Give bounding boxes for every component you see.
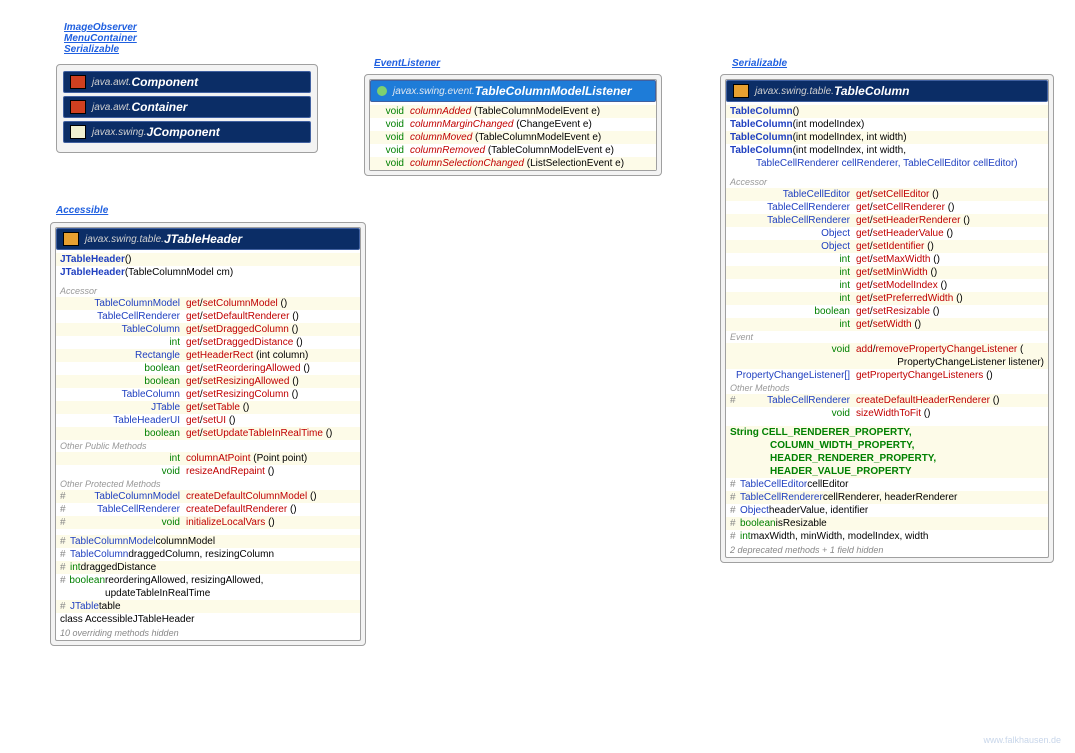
member-row: #TableCellRenderercreateDefaultHeaderRen…: [726, 394, 1048, 407]
member-row: Objectget/setIdentifier (): [726, 240, 1048, 253]
member-row: #TableColumn draggedColumn, resizingColu…: [56, 548, 360, 561]
interface-link[interactable]: MenuContainer: [64, 33, 137, 44]
member-row: voidcolumnAdded (TableColumnModelEvent e…: [370, 105, 656, 118]
member-row: RectanglegetHeaderRect (int column): [56, 349, 360, 362]
interfaces-top: ImageObserver MenuContainer Serializable: [64, 22, 137, 55]
member-row: String CELL_RENDERER_PROPERTY,: [726, 426, 1048, 439]
member-row: #TableColumnModel columnModel: [56, 535, 360, 548]
member-row: intget/setMinWidth (): [726, 266, 1048, 279]
interface-link[interactable]: ImageObserver: [64, 22, 137, 33]
member-row: TableColumn (): [726, 105, 1048, 118]
member-row: booleanget/setResizingAllowed (): [56, 375, 360, 388]
section-label: Other Protected Methods: [56, 478, 360, 490]
eventlistener-label: EventListener: [374, 58, 440, 69]
member-row: PropertyChangeListener[]getPropertyChang…: [726, 369, 1048, 382]
class-header: javax.swing.event.TableColumnModelListen…: [370, 80, 656, 102]
class-icon: [63, 232, 79, 246]
interface-link[interactable]: Serializable: [64, 44, 137, 55]
member-row: booleanget/setResizable (): [726, 305, 1048, 318]
accessible-label: Accessible: [56, 205, 108, 216]
section-label: Event: [726, 331, 1048, 343]
member-row: JTableHeader (TableColumnModel cm): [56, 266, 360, 279]
member-row: COLUMN_WIDTH_PROPERTY,: [726, 439, 1048, 452]
listener-container: javax.swing.event.TableColumnModelListen…: [364, 74, 662, 176]
section-label: Accessor: [56, 285, 360, 297]
member-row: JTableHeader (): [56, 253, 360, 266]
member-row: intget/setDraggedDistance (): [56, 336, 360, 349]
member-row: intcolumnAtPoint (Point point): [56, 452, 360, 465]
class-icon: [70, 75, 86, 89]
jtableheader-container: javax.swing.table.JTableHeader JTableHea…: [50, 222, 366, 646]
class-container[interactable]: java.awt.Container: [63, 96, 311, 118]
interface-link[interactable]: Serializable: [732, 58, 787, 69]
member-row: intget/setMaxWidth (): [726, 253, 1048, 266]
member-row: TableColumnget/setDraggedColumn (): [56, 323, 360, 336]
member-row: booleanget/setUpdateTableInRealTime (): [56, 427, 360, 440]
member-row: #int maxWidth, minWidth, modelIndex, wid…: [726, 530, 1048, 543]
member-row: TableCellRendererget/setDefaultRenderer …: [56, 310, 360, 323]
jtableheader-box: javax.swing.table.JTableHeader JTableHea…: [55, 227, 361, 641]
member-row: TableCellRendererget/setHeaderRenderer (…: [726, 214, 1048, 227]
member-row: TableCellRendererget/setCellRenderer (): [726, 201, 1048, 214]
member-row: booleanget/setReorderingAllowed (): [56, 362, 360, 375]
section-label: Accessor: [726, 176, 1048, 188]
member-row: HEADER_VALUE_PROPERTY: [726, 465, 1048, 478]
footer-note: 10 overriding methods hidden: [56, 626, 360, 640]
class-icon: [70, 125, 86, 139]
member-row: Objectget/setHeaderValue (): [726, 227, 1048, 240]
member-row: TableColumn (int modelIndex, int width,: [726, 144, 1048, 157]
hierarchy-container: java.awt.Component java.awt.Container ja…: [56, 64, 318, 153]
member-row: voidcolumnMarginChanged (ChangeEvent e): [370, 118, 656, 131]
tablecolumn-box: javax.swing.table.TableColumn TableColum…: [725, 79, 1049, 558]
inner-class: class AccessibleJTableHeader: [56, 613, 360, 626]
section-label: Other Public Methods: [56, 440, 360, 452]
footer-note: 2 deprecated methods + 1 field hidden: [726, 543, 1048, 557]
member-row: voidresizeAndRepaint (): [56, 465, 360, 478]
watermark: www.falkhausen.de: [983, 735, 1061, 745]
serializable-label: Serializable: [732, 58, 787, 69]
member-row: #int draggedDistance: [56, 561, 360, 574]
member-row: voidadd/removePropertyChangeListener (: [726, 343, 1048, 356]
member-row: TableColumn (int modelIndex): [726, 118, 1048, 131]
member-row: TableColumnModelget/setColumnModel (): [56, 297, 360, 310]
member-row: voidsizeWidthToFit (): [726, 407, 1048, 420]
member-row: TableHeaderUIget/setUI (): [56, 414, 360, 427]
member-row: #TableColumnModelcreateDefaultColumnMode…: [56, 490, 360, 503]
member-row: JTableget/setTable (): [56, 401, 360, 414]
member-row: #TableCellRenderercreateDefaultRenderer …: [56, 503, 360, 516]
class-icon: [733, 84, 749, 98]
member-row: #Object headerValue, identifier: [726, 504, 1048, 517]
member-row: #JTable table: [56, 600, 360, 613]
member-row: HEADER_RENDERER_PROPERTY,: [726, 452, 1048, 465]
tablecolumn-container: javax.swing.table.TableColumn TableColum…: [720, 74, 1054, 563]
member-row: #boolean reorderingAllowed, resizingAllo…: [56, 574, 360, 600]
interface-link[interactable]: EventListener: [374, 58, 440, 69]
member-row: voidcolumnRemoved (TableColumnModelEvent…: [370, 144, 656, 157]
class-jcomponent[interactable]: javax.swing.JComponent: [63, 121, 311, 143]
class-header: javax.swing.table.JTableHeader: [56, 228, 360, 250]
member-row: voidcolumnSelectionChanged (ListSelectio…: [370, 157, 656, 170]
section-label: Other Methods: [726, 382, 1048, 394]
class-icon: [70, 100, 86, 114]
member-row: PropertyChangeListener listener): [726, 356, 1048, 369]
member-row: TableColumn (int modelIndex, int width): [726, 131, 1048, 144]
member-row: TableColumnget/setResizingColumn (): [56, 388, 360, 401]
member-row: #boolean isResizable: [726, 517, 1048, 530]
member-row: #TableCellEditor cellEditor: [726, 478, 1048, 491]
member-row: intget/setPreferredWidth (): [726, 292, 1048, 305]
member-row: intget/setModelIndex (): [726, 279, 1048, 292]
member-row: #voidinitializeLocalVars (): [56, 516, 360, 529]
class-header: javax.swing.table.TableColumn: [726, 80, 1048, 102]
interface-link[interactable]: Accessible: [56, 205, 108, 216]
member-row: #TableCellRenderer cellRenderer, headerR…: [726, 491, 1048, 504]
interface-icon: [377, 86, 387, 96]
class-component[interactable]: java.awt.Component: [63, 71, 311, 93]
listener-box: javax.swing.event.TableColumnModelListen…: [369, 79, 657, 171]
member-row: TableCellEditorget/setCellEditor (): [726, 188, 1048, 201]
member-row: intget/setWidth (): [726, 318, 1048, 331]
member-row: voidcolumnMoved (TableColumnModelEvent e…: [370, 131, 656, 144]
